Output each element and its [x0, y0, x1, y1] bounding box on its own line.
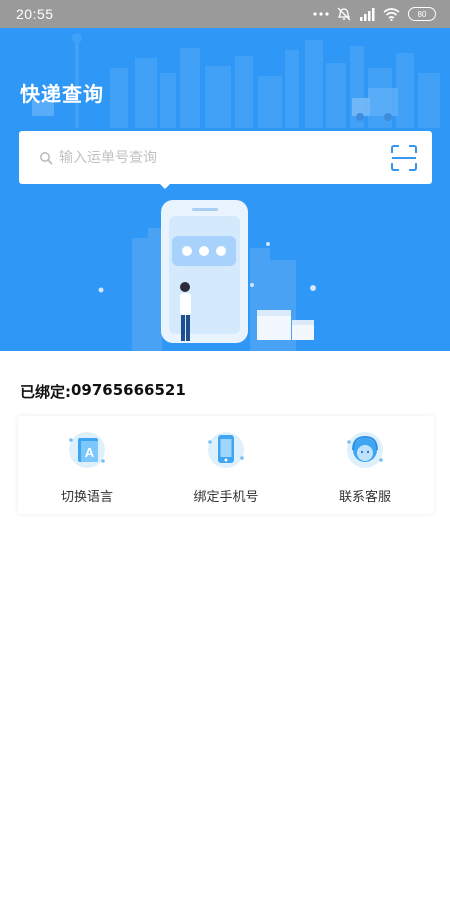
app-screen: 20:55 80 快递查询 输入运单号查询 已绑定: 09765666521 A… [0, 0, 450, 900]
banner-illustration [32, 33, 440, 351]
bound-phone-number: 09765666521 [71, 381, 186, 399]
page-title: 快递查询 [20, 82, 104, 106]
tracking-number-input[interactable] [59, 149, 379, 166]
muted-alarm-icon [337, 7, 351, 21]
status-bar: 20:55 80 [0, 0, 450, 28]
status-icons: 80 [313, 7, 436, 21]
bound-phone-row: 已绑定: 09765666521 [20, 381, 186, 402]
scan-icon[interactable] [390, 144, 418, 172]
search-icon [39, 151, 53, 165]
switch-language-label: 切换语言 [60, 490, 113, 505]
language-switch-icon: A [65, 430, 109, 470]
svg-text:A: A [85, 445, 95, 460]
bind-phone-label: 绑定手机号 [193, 490, 259, 505]
more-dots-icon [313, 11, 329, 17]
bound-label: 已绑定: [20, 383, 71, 401]
bind-phone-button[interactable]: 绑定手机号 [157, 416, 295, 514]
status-time: 20:55 [16, 6, 54, 22]
wifi-icon [383, 7, 400, 21]
switch-language-button[interactable]: A 切换语言 [18, 416, 156, 514]
header-banner: 快递查询 [0, 28, 450, 351]
functions-card: A 切换语言 绑定手机号 联系客服 [18, 416, 434, 514]
contact-service-label: 联系客服 [338, 490, 391, 505]
customer-service-icon [343, 430, 387, 470]
battery-icon: 80 [408, 7, 436, 21]
phone-bind-icon [204, 430, 248, 470]
signal-icon [359, 7, 375, 21]
contact-service-button[interactable]: 联系客服 [296, 416, 434, 514]
search-bar[interactable] [19, 131, 432, 184]
